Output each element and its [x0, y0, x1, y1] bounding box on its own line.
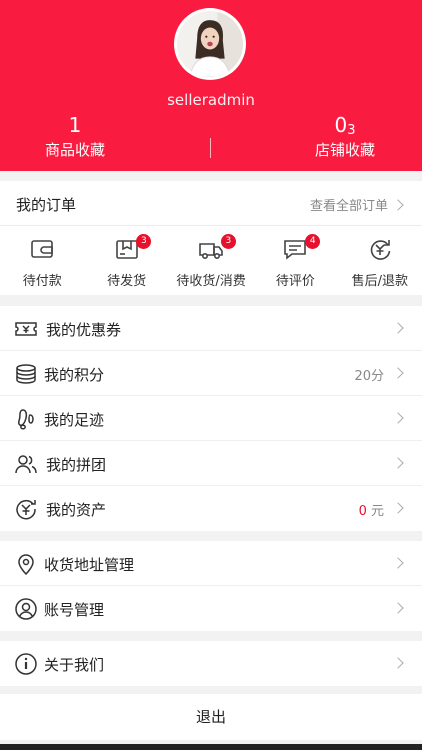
view-all-orders-link[interactable]: 查看全部订单: [309, 195, 404, 214]
about-menu-section: 关于我们: [0, 641, 422, 686]
order-item-label: 待评价: [275, 274, 315, 289]
order-item-label: 售后/退款: [351, 274, 409, 289]
order-pending-payment[interactable]: 待付款: [0, 226, 84, 295]
wallet-icon: [29, 236, 55, 262]
order-item-label: 待收货/消费: [176, 274, 246, 289]
chevron-right-icon: [392, 657, 404, 669]
favorite-goods-stat[interactable]: 1 商品收藏: [0, 113, 150, 160]
coupon-icon: [15, 318, 37, 340]
menu-item-label: 我的资产: [46, 501, 107, 519]
order-pending-receipt[interactable]: 3 待收货/消费: [169, 226, 253, 295]
coins-icon: [15, 363, 37, 385]
favorite-store-label: 店铺收藏: [314, 141, 375, 159]
footprint-icon: [15, 408, 37, 430]
refund-icon: [367, 236, 393, 262]
menu-item-label: 我的优惠券: [46, 321, 122, 339]
favorite-goods-count: 1: [68, 113, 82, 137]
menu-item-address[interactable]: 收货地址管理: [0, 541, 422, 586]
favorite-store-count: 0: [334, 113, 348, 137]
asset-value: 0 元: [359, 500, 384, 519]
group-icon: [15, 453, 37, 475]
chevron-right-icon: [392, 457, 404, 469]
menu-item-label: 我的拼团: [46, 456, 107, 474]
chevron-right-icon: [392, 502, 404, 514]
points-value: 20分: [354, 369, 384, 384]
menu-item-footprints[interactable]: 我的足迹: [0, 396, 422, 441]
asset-icon: [15, 498, 37, 520]
menu-item-label: 我的足迹: [44, 411, 105, 429]
favorite-store-stat[interactable]: 03 店铺收藏: [270, 113, 420, 160]
pending-review-badge: 4: [305, 234, 321, 249]
account-menu-section: 我的优惠券 我的积分 20分 我的足迹 我的拼团 我的资产 0 元: [0, 306, 422, 531]
location-icon: [15, 553, 37, 575]
order-item-label: 待发货: [107, 274, 147, 289]
order-pending-review[interactable]: 4 待评价: [253, 226, 337, 295]
menu-item-group-buy[interactable]: 我的拼团: [0, 441, 422, 486]
avatar-photo: [177, 11, 243, 77]
menu-item-label: 关于我们: [44, 656, 105, 674]
menu-item-label: 账号管理: [44, 601, 105, 619]
asset-amount: 0: [358, 504, 367, 519]
menu-item-label: 我的积分: [44, 366, 105, 384]
menu-item-label: 收货地址管理: [44, 556, 135, 574]
chevron-right-icon: [392, 557, 404, 569]
chevron-right-icon: [392, 322, 404, 334]
pending-receipt-badge: 3: [220, 234, 236, 249]
menu-item-points[interactable]: 我的积分 20分: [0, 351, 422, 396]
order-item-label: 待付款: [22, 274, 62, 289]
menu-item-about[interactable]: 关于我们: [0, 641, 422, 686]
info-icon: [15, 653, 37, 675]
order-pending-shipment[interactable]: 3 待发货: [84, 226, 168, 295]
order-status-row: 待付款 3 待发货 3 待收货/消费 4 待评价 售后/退款: [0, 226, 422, 295]
order-after-sales[interactable]: 售后/退款: [338, 226, 422, 295]
username: selleradmin: [167, 91, 255, 109]
settings-menu-section: 收货地址管理 账号管理: [0, 541, 422, 631]
chevron-right-icon: [392, 602, 404, 614]
chevron-right-icon: [392, 367, 404, 379]
my-orders-header: 我的订单 查看全部订单: [0, 181, 422, 226]
profile-header: selleradmin 1 商品收藏 03 店铺收藏: [0, 0, 422, 171]
menu-item-account[interactable]: 账号管理: [0, 586, 422, 631]
asset-unit: 元: [370, 504, 384, 519]
favorite-goods-label: 商品收藏: [44, 141, 105, 159]
chevron-right-icon: [392, 412, 404, 424]
my-orders-title: 我的订单: [16, 196, 77, 214]
avatar[interactable]: [174, 8, 246, 80]
user-icon: [15, 598, 37, 620]
bottom-bar: [0, 744, 422, 750]
stat-divider: [210, 138, 211, 158]
chevron-right-icon: [392, 198, 404, 211]
menu-item-assets[interactable]: 我的资产 0 元: [0, 486, 422, 531]
logout-button[interactable]: 退出: [0, 694, 422, 740]
favorite-store-count-sub: 3: [347, 123, 356, 138]
menu-item-coupons[interactable]: 我的优惠券: [0, 306, 422, 351]
pending-shipment-badge: 3: [136, 234, 152, 249]
view-all-orders-label: 查看全部订单: [309, 199, 388, 214]
